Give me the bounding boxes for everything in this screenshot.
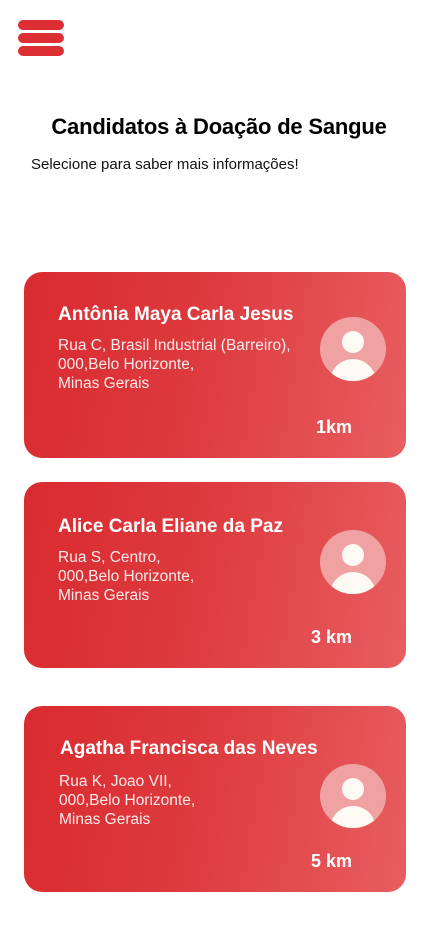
candidate-name: Agatha Francisca das Neves: [60, 738, 318, 759]
candidate-distance: 5 km: [310, 851, 352, 871]
menu-bar: [18, 46, 64, 56]
candidate-name: Antônia Maya Carla Jesus: [58, 304, 294, 325]
candidate-card[interactable]: Antônia Maya Carla Jesus Rua C, Brasil I…: [24, 272, 406, 458]
menu-bar: [18, 20, 64, 30]
candidate-address: Rua C, Brasil Industrial (Barreiro), 000…: [58, 336, 291, 393]
avatar-body: [330, 572, 376, 594]
page-title: Candidatos à Doação de Sangue: [51, 114, 387, 139]
avatar-head: [342, 544, 364, 566]
user-avatar-icon: [320, 317, 386, 381]
candidate-name: Alice Carla Eliane da Paz: [58, 516, 283, 537]
menu-bar: [18, 33, 64, 43]
avatar-body: [330, 359, 376, 381]
address-line: 000,Belo Horizonte,: [58, 356, 195, 373]
address-line: Minas Gerais: [58, 587, 150, 604]
avatar-head: [342, 778, 364, 800]
user-avatar-icon: [320, 530, 386, 594]
address-line: Minas Gerais: [59, 811, 151, 828]
candidate-card[interactable]: Alice Carla Eliane da Paz Rua S, Centro,…: [24, 482, 406, 668]
address-line: Rua S, Centro,: [58, 549, 161, 566]
candidate-card[interactable]: Agatha Francisca das Neves Rua K, Joao V…: [24, 706, 406, 892]
candidate-address: Rua S, Centro, 000,Belo Horizonte, Minas…: [58, 548, 194, 605]
avatar-head: [342, 331, 364, 353]
address-line: Rua C, Brasil Industrial (Barreiro),: [58, 337, 291, 354]
hamburger-menu-icon[interactable]: [18, 20, 64, 56]
page-subtitle: Selecione para saber mais informações!: [31, 156, 299, 173]
address-line: Rua K, Joao VII,: [59, 773, 172, 790]
candidate-distance: 3 km: [310, 627, 352, 647]
address-line: 000,Belo Horizonte,: [58, 568, 195, 585]
address-line: Minas Gerais: [58, 375, 150, 392]
user-avatar-icon: [320, 764, 386, 828]
avatar-body: [330, 806, 376, 828]
address-line: 000,Belo Horizonte,: [59, 792, 196, 809]
candidate-address: Rua K, Joao VII, 000,Belo Horizonte, Min…: [59, 772, 195, 829]
candidate-distance: 1km: [315, 417, 352, 437]
